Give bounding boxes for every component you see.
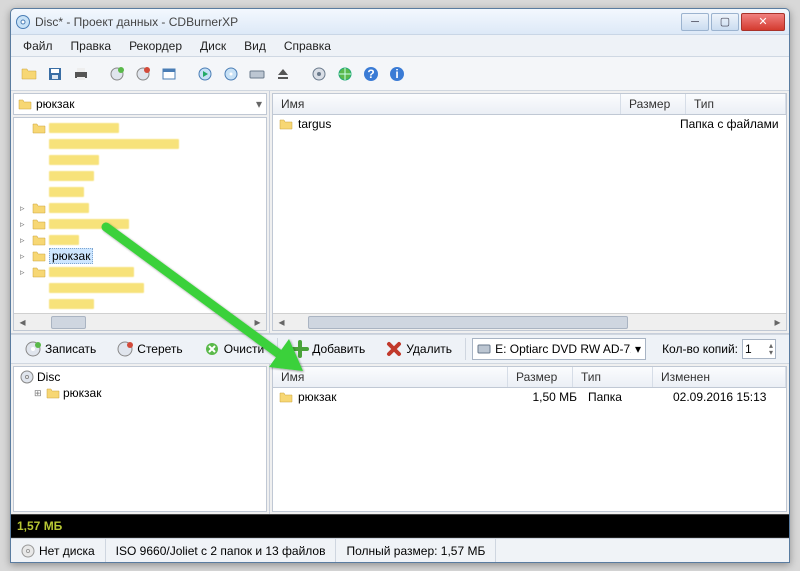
disc-icon [21,544,35,558]
disc-info-icon[interactable] [219,62,243,86]
folder-icon [279,391,293,403]
project-root[interactable]: Disc [20,369,264,385]
list-horizontal-scrollbar[interactable]: ◂▸ [273,313,786,330]
disc-remove-icon[interactable] [131,62,155,86]
project-list-panel: Имя Размер Тип Изменен рюкзак 1,50 МБ Па… [270,364,789,514]
drive-selector[interactable]: E: Optiarc DVD RW AD-7280 ▾ [472,338,646,360]
clear-button[interactable]: Очисти [196,337,272,361]
drive-label: E: Optiarc DVD RW AD-7280 [495,342,631,356]
status-total-size: Полный размер: 1,57 МБ [336,539,496,562]
source-path-label: рюкзак [36,97,74,111]
menu-view[interactable]: Вид [236,37,274,55]
col-name[interactable]: Имя [273,367,508,387]
status-no-disc: Нет диска [11,539,106,562]
main-toolbar: ? i [11,57,789,91]
source-tree[interactable]: ▹ ▹ ▹ ▹рюкзак ▹ ◂▸ [13,117,267,331]
size-progress-bar: 1,57 МБ [11,514,789,538]
close-button[interactable]: ✕ [741,13,785,31]
chevron-down-icon: ▾ [635,342,641,356]
drive-icon [477,343,491,355]
item-modified: 02.09.2016 15:13 [673,390,780,404]
item-type: Папка [588,390,668,404]
menu-disc[interactable]: Диск [192,37,234,55]
svg-text:i: i [395,67,398,81]
folder-icon [18,98,32,110]
source-list-header: Имя Размер Тип [272,93,787,115]
source-path-bar[interactable]: рюкзак ▾ [13,93,267,115]
menu-help[interactable]: Справка [276,37,339,55]
window-title: Disc* - Проект данных - CDBurnerXP [35,15,679,29]
project-list[interactable]: рюкзак 1,50 МБ Папка 02.09.2016 15:13 [272,388,787,512]
web-icon[interactable] [333,62,357,86]
progress-size-label: 1,57 МБ [17,519,62,533]
col-size[interactable]: Размер [508,367,573,387]
app-icon [15,14,31,30]
add-button[interactable]: Добавить [284,337,372,361]
content-area: рюкзак ▾ ▹ ▹ ▹ ▹рюкзак ▹ [11,91,789,562]
project-tree[interactable]: Disc ⊞рюкзак [13,366,267,512]
copies-spinner[interactable]: 1▴▾ [742,339,776,359]
window-icon[interactable] [157,62,181,86]
project-folder[interactable]: ⊞рюкзак [20,385,264,401]
maximize-button[interactable]: ▢ [711,13,739,31]
app-window: Disc* - Проект данных - CDBurnerXP ─ ▢ ✕… [10,8,790,563]
item-type: Папка с файлами [680,117,780,131]
source-tree-panel: рюкзак ▾ ▹ ▹ ▹ ▹рюкзак ▹ [11,91,270,333]
title-bar: Disc* - Проект данных - CDBurnerXP ─ ▢ ✕ [11,9,789,35]
source-list[interactable]: targus Папка с файлами ◂▸ [272,115,787,331]
svg-text:?: ? [367,67,374,81]
col-type[interactable]: Тип [686,94,786,114]
chevron-down-icon[interactable]: ▾ [256,97,262,111]
print-icon[interactable] [69,62,93,86]
tree-horizontal-scrollbar[interactable]: ◂▸ [14,313,266,330]
eject-icon[interactable] [271,62,295,86]
status-bar: Нет диска ISO 9660/Joliet с 2 папок и 13… [11,538,789,562]
source-tree-selected[interactable]: ▹рюкзак [20,248,264,264]
erase-button[interactable]: Стереть [109,337,189,361]
list-item[interactable]: рюкзак 1,50 МБ Папка 02.09.2016 15:13 [273,388,786,406]
col-modified[interactable]: Изменен [653,367,786,387]
item-name: рюкзак [298,390,516,404]
col-size[interactable]: Размер [621,94,686,114]
folder-icon [46,387,60,399]
open-icon[interactable] [17,62,41,86]
disc-play-icon[interactable] [193,62,217,86]
project-list-header: Имя Размер Тип Изменен [272,366,787,388]
folder-icon [279,118,293,130]
copies-control: Кол-во копий: 1▴▾ [662,339,776,359]
copies-label: Кол-во копий: [662,342,738,356]
list-item[interactable]: targus Папка с файлами [273,115,786,133]
status-filesystem: ISO 9660/Joliet с 2 папок и 13 файлов [106,539,337,562]
help-icon[interactable]: ? [359,62,383,86]
project-pane: Disc ⊞рюкзак Имя Размер Тип Изменен рюкз… [11,364,789,514]
action-bar: Записать Стереть Очисти Добавить Удалить… [11,334,789,364]
save-icon[interactable] [43,62,67,86]
settings-icon[interactable] [307,62,331,86]
col-name[interactable]: Имя [273,94,621,114]
project-tree-panel: Disc ⊞рюкзак [11,364,270,514]
source-pane: рюкзак ▾ ▹ ▹ ▹ ▹рюкзак ▹ [11,91,789,334]
minimize-button[interactable]: ─ [681,13,709,31]
disc-add-icon[interactable] [105,62,129,86]
item-name: targus [298,117,610,131]
about-icon[interactable]: i [385,62,409,86]
remove-button[interactable]: Удалить [378,337,459,361]
disc-icon [20,370,34,384]
item-size: 1,50 МБ [521,390,583,404]
col-type[interactable]: Тип [573,367,653,387]
menu-edit[interactable]: Правка [63,37,120,55]
menu-recorder[interactable]: Рекордер [121,37,190,55]
menu-bar: Файл Правка Рекордер Диск Вид Справка [11,35,789,57]
drive-icon[interactable] [245,62,269,86]
menu-file[interactable]: Файл [15,37,61,55]
burn-button[interactable]: Записать [17,337,103,361]
source-list-panel: Имя Размер Тип targus Папка с файлами ◂▸ [270,91,789,333]
